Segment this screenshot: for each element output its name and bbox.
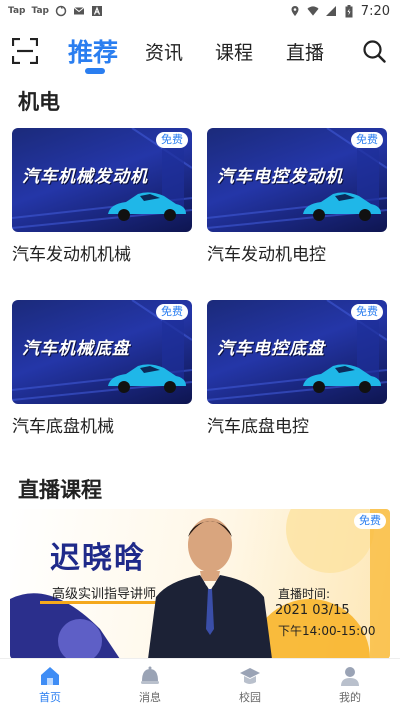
course-thumbnail: 汽车机械底盘 免费 (12, 300, 192, 404)
nav-profile[interactable]: 我的 (320, 665, 380, 705)
car-icon (303, 192, 381, 221)
live-course-banner[interactable]: 迟晓晗 高级实训指导讲师 直播时间: 2021 03/15 下午14:00-15… (10, 509, 390, 659)
section-title-electromech: 机电 (18, 90, 60, 114)
course-title: 汽车发动机机械 (12, 245, 131, 265)
bottom-nav: 首页 消息 校园 我的 (0, 658, 400, 711)
nav-campus-label: 校园 (239, 691, 261, 704)
nav-campus[interactable]: 校园 (220, 665, 280, 705)
live-time-label: 直播时间: (278, 587, 331, 601)
free-badge: 免费 (156, 132, 188, 148)
battery-icon (343, 4, 355, 17)
tab-indicator (85, 68, 105, 74)
nav-profile-label: 我的 (339, 691, 361, 704)
tap-app-label: Tap (8, 6, 26, 16)
course-card[interactable]: 汽车机械底盘 免费 汽车底盘机械 (12, 300, 192, 437)
home-icon (41, 667, 59, 685)
tab-courses[interactable]: 课程 (215, 38, 253, 65)
signal-icon (325, 5, 337, 17)
nav-messages[interactable]: 消息 (120, 665, 180, 705)
live-date: 2021 03/15 (275, 603, 350, 618)
section-title-live-courses: 直播课程 (18, 478, 102, 502)
mail-icon (73, 5, 85, 17)
free-badge: 免费 (351, 132, 383, 148)
course-thumbnail: 汽车机械发动机 免费 (12, 128, 192, 232)
course-thumbnail: 汽车电控发动机 免费 (207, 128, 387, 232)
car-icon (303, 364, 381, 393)
course-card[interactable]: 汽车电控发动机 免费 汽车发动机电控 (207, 128, 387, 265)
nav-messages-label: 消息 (139, 691, 161, 704)
nav-home-label: 首页 (39, 691, 61, 704)
app-a-icon (91, 5, 103, 17)
course-card[interactable]: 汽车机械发动机 免费 汽车发动机机械 (12, 128, 192, 265)
tab-recommend[interactable]: 推荐 (68, 33, 118, 69)
status-left: Tap Tap (8, 5, 103, 17)
tab-live[interactable]: 直播 (286, 38, 324, 65)
campus-icon (240, 668, 260, 684)
car-icon (108, 192, 186, 221)
free-badge: 免费 (156, 304, 188, 320)
course-title: 汽车底盘机械 (12, 417, 114, 437)
course-title: 汽车底盘电控 (207, 417, 309, 437)
course-title: 汽车发动机电控 (207, 245, 326, 265)
status-right: 7:20 (289, 4, 390, 19)
profile-icon (341, 667, 359, 686)
course-thumbnail: 汽车电控底盘 免费 (207, 300, 387, 404)
sync-icon (55, 5, 67, 17)
scan-icon[interactable] (11, 37, 39, 65)
instructor-photo (148, 518, 272, 659)
course-card[interactable]: 汽车电控底盘 免费 汽车底盘电控 (207, 300, 387, 437)
car-icon (108, 364, 186, 393)
search-icon[interactable] (362, 39, 386, 63)
wifi-icon (307, 5, 319, 17)
location-icon (289, 5, 301, 17)
instructor-name: 迟晓晗 (50, 541, 146, 576)
tap-app-label-2: Tap (31, 6, 50, 16)
nav-home[interactable]: 首页 (20, 665, 80, 705)
status-bar: Tap Tap 7:20 (0, 0, 400, 22)
free-badge: 免费 (354, 513, 386, 529)
free-badge: 免费 (351, 304, 383, 320)
live-hours: 下午14:00-15:00 (278, 624, 376, 638)
tab-news[interactable]: 资讯 (145, 38, 183, 65)
top-nav: 推荐 资讯 课程 直播 (0, 30, 400, 78)
status-time: 7:20 (360, 3, 390, 19)
message-icon (141, 666, 159, 684)
